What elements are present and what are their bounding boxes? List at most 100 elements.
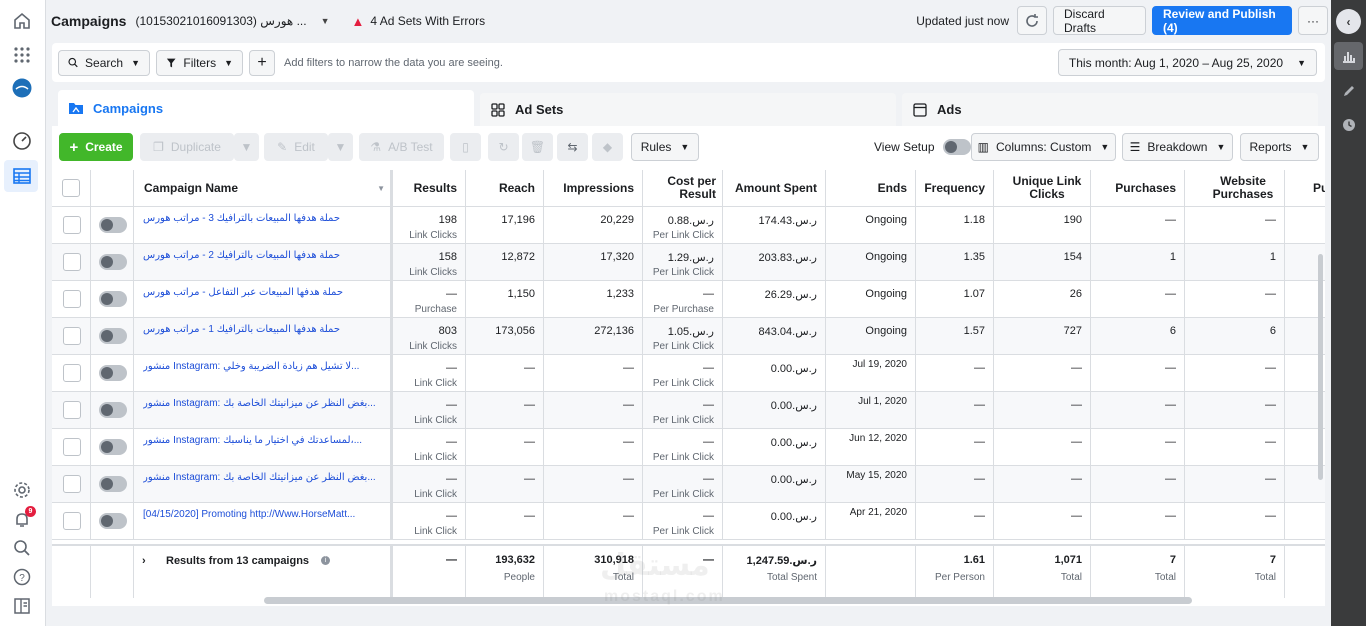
horizontal-scrollbar[interactable] (264, 597, 1192, 604)
campaign-on-off-toggle[interactable] (99, 291, 127, 307)
row-checkbox[interactable] (63, 290, 81, 308)
sort-caret-icon[interactable]: ▼ (377, 182, 385, 195)
campaign-on-off-toggle[interactable] (99, 402, 127, 418)
column-header-results[interactable]: Results (391, 170, 466, 207)
column-header-website-purchases[interactable]: Website Purchases (1185, 170, 1285, 207)
account-selector[interactable]: (10153021016091303) هورس ... (135, 14, 306, 28)
date-range-picker[interactable]: This month: Aug 1, 2020 – Aug 25, 2020 ▼ (1057, 49, 1317, 76)
campaign-on-off-toggle[interactable] (99, 513, 127, 529)
refresh-button[interactable] (1017, 6, 1047, 35)
column-header-purchases[interactable]: Purchases (1091, 170, 1185, 207)
table-row[interactable]: حملة هدفها المبيعات عبر التفاعل - مراتب … (52, 281, 1325, 318)
settings-gear-icon[interactable] (11, 479, 33, 501)
totals-label-cell[interactable]: › Results from 13 campaigns i (134, 546, 391, 598)
column-header-cost-per-result[interactable]: Cost per Result (643, 170, 723, 207)
expand-chevron-icon[interactable]: › (142, 555, 146, 567)
column-header-frequency[interactable]: Frequency (916, 170, 994, 207)
campaign-on-off-toggle[interactable] (99, 217, 127, 233)
history-clock-icon[interactable] (1338, 114, 1360, 136)
column-header-purchases-extra[interactable]: Pu (1285, 170, 1325, 207)
help-icon[interactable]: ? (11, 566, 33, 588)
campaign-name-link[interactable]: منشور Instagram: لا تشيل هم زيادة الضريب… (143, 361, 359, 372)
column-header-amount-spent[interactable]: Amount Spent (723, 170, 826, 207)
table-row[interactable]: منشور Instagram: لا تشيل هم زيادة الضريب… (52, 355, 1325, 392)
campaign-name-link[interactable]: منشور Instagram: بغض النظر عن ميزانيتك ا… (143, 398, 376, 409)
tab-ad-sets[interactable]: Ad Sets (480, 93, 896, 126)
table-row[interactable]: منشور Instagram: بغض النظر عن ميزانيتك ا… (52, 392, 1325, 429)
discard-drafts-button[interactable]: Discard Drafts (1053, 6, 1146, 35)
campaign-name-link[interactable]: حملة هدفها المبيعات بالترافيك 3 - مراتب … (143, 213, 340, 224)
row-checkbox[interactable] (63, 364, 81, 382)
column-header-unique-link-clicks[interactable]: Unique Link Clicks (994, 170, 1091, 207)
row-checkbox[interactable] (63, 327, 81, 345)
campaign-name-link[interactable]: [04/15/2020] Promoting http://Www.HorseM… (143, 509, 355, 520)
campaign-on-off-toggle[interactable] (99, 328, 127, 344)
select-all-checkbox[interactable] (62, 179, 80, 197)
ads-manager-table-icon[interactable] (11, 165, 33, 187)
table-row[interactable]: منشور Instagram: لمساعدتك في اختيار ما ي… (52, 429, 1325, 466)
table-row[interactable]: حملة هدفها المبيعات بالترافيك 3 - مراتب … (52, 207, 1325, 244)
campaign-on-off-toggle[interactable] (99, 254, 127, 270)
dashboard-gauge-icon[interactable] (11, 130, 33, 152)
preview-icon[interactable]: ⇆ (557, 133, 588, 161)
campaign-name-link[interactable]: حملة هدفها المبيعات عبر التفاعل - مراتب … (143, 287, 343, 298)
table-row[interactable]: [04/15/2020] Promoting http://Www.HorseM… (52, 503, 1325, 540)
info-icon[interactable]: i (321, 556, 330, 565)
create-button[interactable]: + Create (59, 133, 133, 161)
revert-icon[interactable]: ↻ (488, 133, 519, 161)
campaign-name-link[interactable]: حملة هدفها المبيعات بالترافيك 1 - مراتب … (143, 324, 340, 335)
filters-dropdown[interactable]: Filters ▼ (156, 49, 243, 76)
tab-ads[interactable]: Ads (902, 93, 1318, 126)
edit-button[interactable]: ✎ Edit (264, 133, 328, 161)
table-row[interactable]: حملة هدفها المبيعات بالترافيك 1 - مراتب … (52, 318, 1325, 355)
ab-test-button[interactable]: ⚗ A/B Test (359, 133, 444, 161)
more-options-button[interactable]: ··· (1298, 6, 1328, 35)
reports-dropdown[interactable]: Reports ▼ (1240, 133, 1319, 161)
vertical-scrollbar[interactable] (1318, 254, 1323, 480)
column-header-ends[interactable]: Ends (826, 170, 916, 207)
totals-results: — (391, 546, 466, 598)
edit-caret-icon[interactable]: ▼ (328, 133, 353, 161)
column-header-impressions[interactable]: Impressions (544, 170, 643, 207)
campaign-name-link[interactable]: منشور Instagram: لمساعدتك في اختيار ما ي… (143, 435, 362, 446)
campaign-name-link[interactable]: حملة هدفها المبيعات بالترافيك 2 - مراتب … (143, 250, 340, 261)
caret-down-icon[interactable]: ▼ (321, 16, 330, 26)
report-panel-icon[interactable] (11, 595, 33, 617)
campaign-on-off-toggle[interactable] (99, 439, 127, 455)
rules-dropdown[interactable]: Rules ▼ (631, 133, 699, 161)
account-avatar[interactable] (11, 77, 33, 99)
campaign-on-off-toggle[interactable] (99, 476, 127, 492)
trash-can-icon[interactable]: ▯ (450, 133, 481, 161)
delete-icon[interactable]: 🗑 (522, 133, 553, 161)
home-icon[interactable] (11, 10, 33, 32)
duplicate-button[interactable]: ❐ Duplicate (140, 133, 234, 161)
apps-grid-icon[interactable] (11, 44, 33, 66)
row-checkbox[interactable] (63, 438, 81, 456)
collapse-chevron-icon[interactable]: ‹ (1336, 9, 1361, 34)
bar-chart-icon[interactable] (1338, 45, 1360, 67)
campaign-on-off-toggle[interactable] (99, 365, 127, 381)
duplicate-caret-icon[interactable]: ▼ (234, 133, 259, 161)
columns-dropdown[interactable]: ▥ Columns: Custom ▼ (971, 133, 1116, 161)
table-row[interactable]: حملة هدفها المبيعات بالترافيك 2 - مراتب … (52, 244, 1325, 281)
breakdown-dropdown[interactable]: ☰ Breakdown ▼ (1122, 133, 1233, 161)
search-icon[interactable] (11, 537, 33, 559)
search-dropdown[interactable]: Search ▼ (58, 49, 150, 76)
view-setup-toggle[interactable] (942, 139, 971, 155)
row-checkbox[interactable] (63, 475, 81, 493)
row-checkbox[interactable] (63, 216, 81, 234)
row-checkbox[interactable] (63, 401, 81, 419)
campaign-name-link[interactable]: منشور Instagram: بغض النظر عن ميزانيتك ا… (143, 472, 376, 483)
column-header-campaign-name[interactable]: Campaign Name ▼ (134, 170, 391, 207)
ad-set-errors-link[interactable]: 4 Ad Sets With Errors (370, 14, 485, 28)
table-row[interactable]: منشور Instagram: بغض النظر عن ميزانيتك ا… (52, 466, 1325, 503)
column-header-reach[interactable]: Reach (466, 170, 544, 207)
row-checkbox[interactable] (63, 512, 81, 530)
row-checkbox[interactable] (63, 253, 81, 271)
review-publish-button[interactable]: Review and Publish (4) (1152, 6, 1292, 35)
cell-value: Ongoing (865, 288, 907, 300)
tab-campaigns[interactable]: Campaigns (58, 90, 474, 126)
add-filter-plus-icon[interactable]: + (249, 49, 275, 76)
pencil-icon[interactable] (1338, 80, 1360, 102)
tag-icon[interactable]: ◆ (592, 133, 623, 161)
